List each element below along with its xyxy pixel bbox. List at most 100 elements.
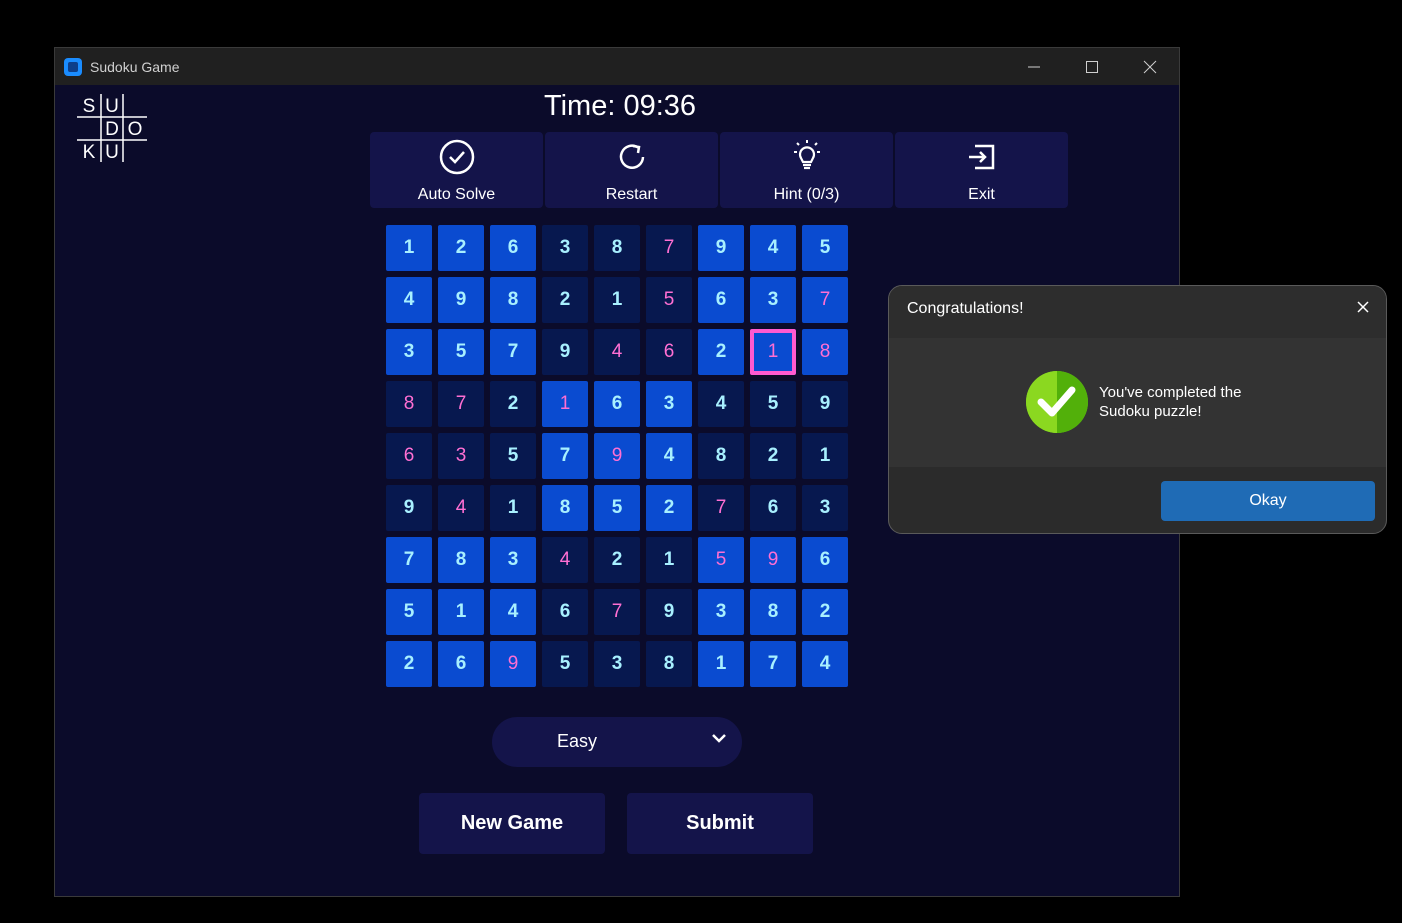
sudoku-cell[interactable]: 8 (646, 641, 692, 687)
exit-label: Exit (968, 186, 995, 203)
sudoku-cell[interactable]: 5 (542, 641, 588, 687)
sudoku-cell[interactable]: 9 (490, 641, 536, 687)
sudoku-cell[interactable]: 2 (542, 277, 588, 323)
sudoku-cell[interactable]: 1 (594, 277, 640, 323)
sudoku-cell[interactable]: 6 (698, 277, 744, 323)
sudoku-cell[interactable]: 1 (646, 537, 692, 583)
check-circle-icon (439, 139, 474, 175)
dialog-title: Congratulations! (907, 300, 1024, 317)
sudoku-cell[interactable]: 8 (542, 485, 588, 531)
sudoku-cell[interactable]: 7 (802, 277, 848, 323)
sudoku-cell[interactable]: 6 (438, 641, 484, 687)
sudoku-cell[interactable]: 8 (802, 329, 848, 375)
sudoku-cell[interactable]: 6 (802, 537, 848, 583)
sudoku-cell[interactable]: 8 (698, 433, 744, 479)
sudoku-cell[interactable]: 2 (386, 641, 432, 687)
auto-solve-button[interactable]: Auto Solve (370, 132, 543, 208)
sudoku-cell[interactable]: 4 (646, 433, 692, 479)
sudoku-cell[interactable]: 2 (646, 485, 692, 531)
sudoku-cell[interactable]: 7 (386, 537, 432, 583)
sudoku-cell[interactable]: 2 (698, 329, 744, 375)
sudoku-cell[interactable]: 3 (438, 433, 484, 479)
maximize-button[interactable] (1063, 48, 1121, 85)
hint-button[interactable]: Hint (0/3) (720, 132, 893, 208)
lightbulb-icon (793, 140, 820, 170)
sudoku-cell[interactable]: 1 (750, 329, 796, 375)
sudoku-cell[interactable]: 5 (646, 277, 692, 323)
hint-label: Hint (0/3) (773, 186, 840, 203)
sudoku-cell[interactable]: 4 (542, 537, 588, 583)
sudoku-cell[interactable]: 5 (490, 433, 536, 479)
sudoku-cell[interactable]: 2 (802, 589, 848, 635)
sudoku-cell[interactable]: 6 (646, 329, 692, 375)
sudoku-cell[interactable]: 5 (386, 589, 432, 635)
sudoku-cell[interactable]: 4 (698, 381, 744, 427)
sudoku-cell[interactable]: 5 (750, 381, 796, 427)
sudoku-cell[interactable]: 6 (386, 433, 432, 479)
sudoku-cell[interactable]: 4 (750, 225, 796, 271)
sudoku-cell[interactable]: 3 (490, 537, 536, 583)
sudoku-cell[interactable]: 6 (594, 381, 640, 427)
sudoku-cell[interactable]: 9 (542, 329, 588, 375)
sudoku-cell[interactable]: 9 (386, 485, 432, 531)
sudoku-cell[interactable]: 2 (594, 537, 640, 583)
sudoku-cell[interactable]: 3 (594, 641, 640, 687)
sudoku-cell[interactable]: 3 (698, 589, 744, 635)
sudoku-cell[interactable]: 9 (802, 381, 848, 427)
sudoku-cell[interactable]: 9 (698, 225, 744, 271)
sudoku-cell[interactable]: 9 (646, 589, 692, 635)
sudoku-cell[interactable]: 3 (802, 485, 848, 531)
sudoku-cell[interactable]: 1 (490, 485, 536, 531)
sudoku-cell[interactable]: 9 (750, 537, 796, 583)
sudoku-cell[interactable]: 2 (438, 225, 484, 271)
sudoku-cell[interactable]: 1 (698, 641, 744, 687)
sudoku-cell[interactable]: 1 (542, 381, 588, 427)
minimize-button[interactable] (1005, 48, 1063, 85)
restart-button[interactable]: Restart (545, 132, 718, 208)
sudoku-cell[interactable]: 3 (542, 225, 588, 271)
exit-button[interactable]: Exit (895, 132, 1068, 208)
close-button[interactable] (1121, 48, 1179, 85)
sudoku-cell[interactable]: 8 (750, 589, 796, 635)
sudoku-cell[interactable]: 7 (490, 329, 536, 375)
sudoku-cell[interactable]: 5 (802, 225, 848, 271)
sudoku-cell[interactable]: 5 (698, 537, 744, 583)
sudoku-cell[interactable]: 3 (750, 277, 796, 323)
sudoku-cell[interactable]: 7 (542, 433, 588, 479)
sudoku-cell[interactable]: 4 (490, 589, 536, 635)
sudoku-cell[interactable]: 7 (594, 589, 640, 635)
sudoku-cell[interactable]: 2 (490, 381, 536, 427)
sudoku-cell[interactable]: 8 (490, 277, 536, 323)
sudoku-cell[interactable]: 6 (490, 225, 536, 271)
sudoku-cell[interactable]: 7 (438, 381, 484, 427)
sudoku-cell[interactable]: 1 (386, 225, 432, 271)
minimize-icon (1028, 66, 1040, 67)
sudoku-cell[interactable]: 7 (698, 485, 744, 531)
difficulty-select[interactable]: Easy (492, 717, 742, 767)
sudoku-cell[interactable]: 9 (594, 433, 640, 479)
sudoku-cell[interactable]: 8 (438, 537, 484, 583)
sudoku-cell[interactable]: 2 (750, 433, 796, 479)
sudoku-cell[interactable]: 5 (594, 485, 640, 531)
sudoku-cell[interactable]: 3 (386, 329, 432, 375)
dialog-close-button[interactable] (1352, 296, 1374, 318)
sudoku-cell[interactable]: 6 (750, 485, 796, 531)
okay-button[interactable]: Okay (1161, 481, 1375, 521)
sudoku-cell[interactable]: 4 (594, 329, 640, 375)
close-icon (1357, 301, 1369, 313)
sudoku-cell[interactable]: 4 (802, 641, 848, 687)
new-game-button[interactable]: New Game (419, 793, 605, 854)
submit-button[interactable]: Submit (627, 793, 813, 854)
sudoku-cell[interactable]: 9 (438, 277, 484, 323)
sudoku-cell[interactable]: 3 (646, 381, 692, 427)
sudoku-cell[interactable]: 1 (802, 433, 848, 479)
sudoku-cell[interactable]: 6 (542, 589, 588, 635)
sudoku-cell[interactable]: 8 (594, 225, 640, 271)
sudoku-cell[interactable]: 7 (646, 225, 692, 271)
sudoku-cell[interactable]: 4 (386, 277, 432, 323)
sudoku-cell[interactable]: 1 (438, 589, 484, 635)
sudoku-cell[interactable]: 4 (438, 485, 484, 531)
sudoku-cell[interactable]: 8 (386, 381, 432, 427)
sudoku-cell[interactable]: 5 (438, 329, 484, 375)
sudoku-cell[interactable]: 7 (750, 641, 796, 687)
